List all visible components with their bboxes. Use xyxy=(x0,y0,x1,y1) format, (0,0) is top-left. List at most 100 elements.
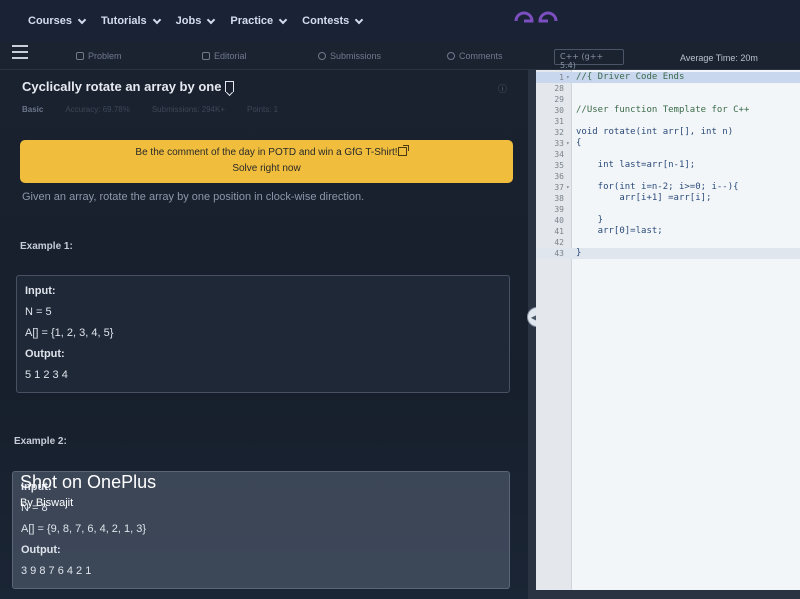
nav-label: Contests xyxy=(302,15,350,27)
problem-panel: Cyclically rotate an array by one ⓘ Basi… xyxy=(0,70,528,599)
fold-arrow-icon[interactable]: ▾ xyxy=(566,138,570,149)
line-number: 41 xyxy=(554,227,564,236)
watermark-main: Shot on OnePlus xyxy=(20,472,157,492)
top-nav: Courses Tutorials Jobs Practice Contests xyxy=(0,0,800,42)
bookmark-icon[interactable] xyxy=(225,81,235,92)
average-time: Average Time: 20m xyxy=(680,53,758,63)
difficulty-badge: Basic xyxy=(22,105,44,114)
code-line[interactable]: 42 xyxy=(536,237,800,248)
line-number: 37 xyxy=(554,183,564,192)
tab-label: Submissions xyxy=(330,51,382,61)
code-editor[interactable]: 1 ▾//{ Driver Code Ends 28 29 30//User funct… xyxy=(536,70,800,590)
tab-label: Comments xyxy=(459,51,503,61)
problem-description: Given an array, rotate the array by one … xyxy=(22,191,365,203)
code-line[interactable]: 28 xyxy=(536,83,800,94)
nav-label: Jobs xyxy=(175,15,202,27)
editor-footer xyxy=(536,590,800,599)
nav-label: Courses xyxy=(28,15,73,27)
potd-banner[interactable]: Be the comment of the day in POTD and wi… xyxy=(20,140,513,183)
chevron-down-icon xyxy=(77,15,87,24)
code-line[interactable]: 39 xyxy=(536,204,800,215)
submissions-count: Submissions: 294K+ xyxy=(151,105,225,114)
tab-submissions[interactable]: Submissions xyxy=(318,51,381,61)
info-icon[interactable]: ⓘ xyxy=(498,82,507,95)
page: Courses Tutorials Jobs Practice Contests… xyxy=(0,0,800,599)
nav-jobs[interactable]: Jobs xyxy=(175,15,216,27)
example-2-heading: Example 2: xyxy=(14,436,67,447)
language-select[interactable]: C++ (g++ 5.4) xyxy=(554,49,624,70)
example-array: A[] = {1, 2, 3, 4, 5} xyxy=(25,327,114,339)
code-icon xyxy=(76,52,84,60)
camera-watermark: Shot on OnePlus By Biswajit xyxy=(20,472,156,509)
example-1-box: Input: N = 5 A[] = {1, 2, 3, 4, 5} Outpu… xyxy=(16,275,510,393)
line-number: 33 xyxy=(554,139,564,148)
comment-icon xyxy=(447,52,455,60)
line-number: 32 xyxy=(554,128,564,137)
line-number: 39 xyxy=(554,205,564,214)
points: Points: 1 xyxy=(247,105,279,114)
code-line[interactable]: 32 void rotate(int arr[], int n) xyxy=(536,127,800,138)
example-1-heading: Example 1: xyxy=(20,241,73,252)
code-text: } xyxy=(576,215,604,225)
output-label: Output: xyxy=(21,544,61,556)
line-number: 28 xyxy=(554,84,564,93)
potd-text: Be the comment of the day in POTD and wi… xyxy=(135,147,398,158)
chevron-down-icon xyxy=(278,15,288,24)
line-number: 43 xyxy=(554,249,564,258)
fold-arrow-icon[interactable]: ▾ xyxy=(566,182,570,193)
tab-label: Editorial xyxy=(214,51,247,61)
line-number: 1 xyxy=(559,73,564,82)
example-output: 3 9 8 7 6 4 2 1 xyxy=(21,565,92,577)
panel-splitter[interactable] xyxy=(528,70,536,599)
code-line[interactable]: 33 ▾ { xyxy=(536,138,800,149)
code-text: { xyxy=(576,138,582,148)
chevron-down-icon xyxy=(354,15,364,24)
code-line[interactable]: 37 ▾ for(int i=n-2; i>=0; i--){ xyxy=(536,182,800,193)
chevron-down-icon xyxy=(152,15,161,24)
code-line[interactable]: 34 xyxy=(536,149,800,160)
code-line[interactable]: 31 xyxy=(536,116,800,127)
line-number: 35 xyxy=(554,161,564,170)
fold-arrow-icon[interactable]: ▾ xyxy=(566,72,570,83)
tab-editorial[interactable]: Editorial xyxy=(202,51,247,61)
line-number: 42 xyxy=(554,238,564,247)
example-n: N = 5 xyxy=(25,306,52,318)
tab-comments[interactable]: Comments xyxy=(447,51,503,61)
output-label: Output: xyxy=(25,348,65,360)
nav-label: Tutorials xyxy=(101,15,147,27)
code-text: //{ Driver Code Ends xyxy=(576,72,685,82)
nav-courses[interactable]: Courses xyxy=(28,15,87,27)
code-line[interactable]: 1 ▾ //{ Driver Code Ends xyxy=(536,72,800,83)
code-line[interactable]: 38 arr[i+1] =arr[i]; xyxy=(536,193,800,204)
code-text: int last=arr[n-1]; xyxy=(576,160,696,170)
accuracy: Accuracy: 69.78% xyxy=(65,105,130,114)
external-link-icon xyxy=(398,145,409,156)
code-line[interactable]: 30 //User function Template for C++ xyxy=(536,105,800,116)
line-number: 40 xyxy=(554,216,564,225)
code-line[interactable]: 43} xyxy=(536,248,800,259)
tab-problem[interactable]: Problem xyxy=(76,51,122,61)
code-line[interactable]: 29 xyxy=(536,94,800,105)
tab-label: Problem xyxy=(88,51,122,61)
potd-link[interactable]: Solve right now xyxy=(20,161,513,177)
code-line[interactable]: 36 xyxy=(536,171,800,182)
gfg-logo-icon[interactable] xyxy=(512,9,560,33)
code-line[interactable]: 35 int last=arr[n-1]; xyxy=(536,160,800,171)
menu-icon[interactable] xyxy=(12,45,28,59)
clock-icon xyxy=(318,52,326,60)
nav-contests[interactable]: Contests xyxy=(302,15,364,27)
code-text: //User function Template for C++ xyxy=(576,105,750,115)
code-line[interactable]: 41 arr[0]=last; xyxy=(536,226,800,237)
code-line[interactable]: 40 } xyxy=(536,215,800,226)
line-number: 34 xyxy=(554,150,564,159)
line-number: 38 xyxy=(554,194,564,203)
line-number: 31 xyxy=(554,117,564,126)
code-text: void rotate(int arr[], int n) xyxy=(576,127,734,137)
chevron-down-icon xyxy=(207,15,216,24)
nav-practice[interactable]: Practice xyxy=(230,15,288,27)
page-title: Cyclically rotate an array by one xyxy=(22,79,222,94)
line-number: 36 xyxy=(554,172,564,181)
input-label: Input: xyxy=(25,285,56,297)
code-text: arr[0]=last; xyxy=(576,226,663,236)
nav-tutorials[interactable]: Tutorials xyxy=(101,15,161,27)
